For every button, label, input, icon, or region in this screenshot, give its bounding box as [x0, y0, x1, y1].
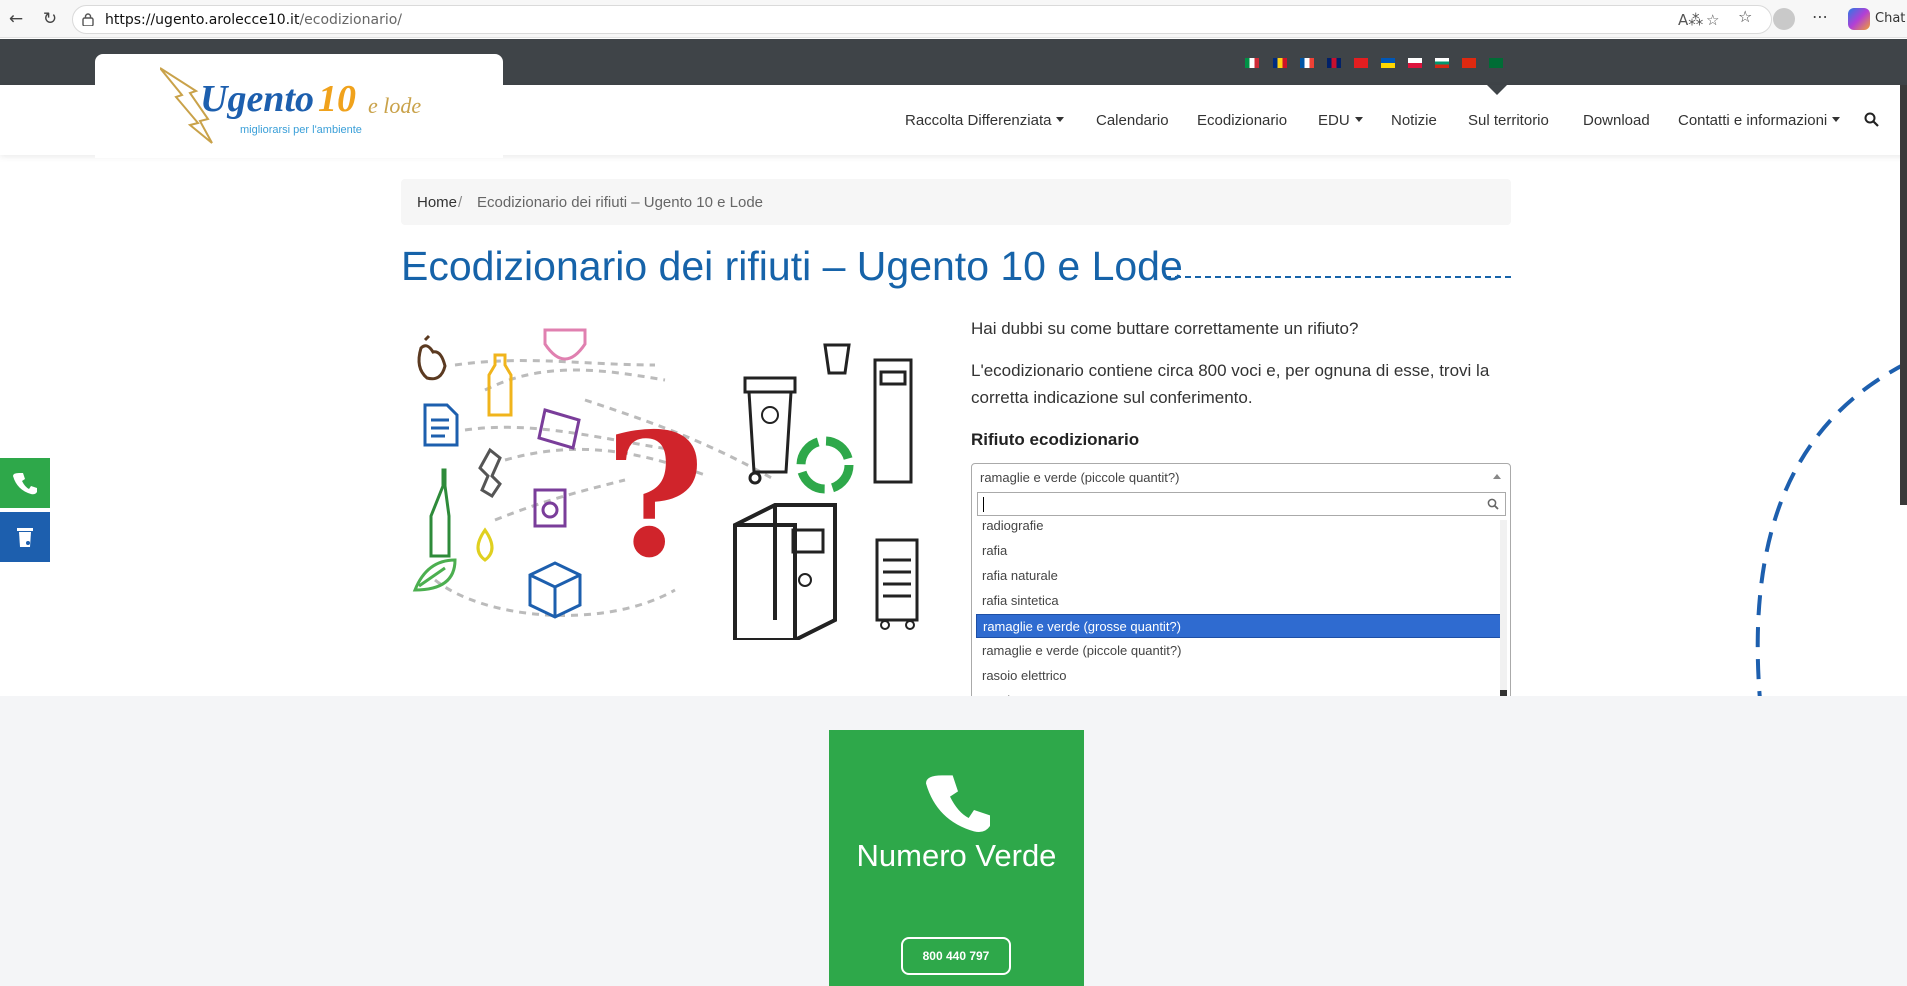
logo-tagline: migliorarsi per l'ambiente [240, 124, 362, 136]
phone-number-button[interactable]: 800 440 797 [901, 937, 1011, 975]
magnifier-icon [1487, 498, 1499, 510]
numero-verde-card: Numero Verde 800 440 797 [829, 730, 1084, 986]
intro-description: L'ecodizionario contiene circa 800 voci … [971, 361, 1490, 407]
breadcrumb-current: Ecodizionario dei rifiuti – Ugento 10 e … [477, 194, 764, 211]
nav-item-label: Calendario [1096, 112, 1169, 129]
select-label: Rifiuto ecodizionario [971, 430, 1140, 449]
nav-item-label: Sul territorio [1468, 112, 1549, 129]
nav-item-label: Raccolta Differenziata [905, 112, 1052, 129]
caret-down-icon [1832, 117, 1841, 122]
nav-item-label: EDU [1318, 112, 1350, 129]
nav-item-raccolta-differenziata[interactable]: Raccolta Differenziata [905, 112, 1065, 129]
breadcrumb-home[interactable]: Home [417, 194, 457, 211]
profile-avatar[interactable] [1773, 8, 1795, 30]
flag-united-kingdom-icon[interactable] [1327, 58, 1341, 68]
text-cursor [983, 497, 984, 512]
select-option[interactable]: rafia [976, 539, 1506, 563]
active-nav-pointer [1487, 85, 1507, 95]
nav-item-edu[interactable]: EDU [1318, 112, 1363, 129]
nav-item-label: Ecodizionario [1197, 112, 1288, 129]
side-phone-button[interactable] [0, 458, 50, 508]
flag-albania-icon[interactable] [1354, 58, 1368, 68]
card-title: Numero Verde [856, 838, 1057, 873]
select-option[interactable]: rafia sintetica [976, 589, 1506, 613]
favorites-icon[interactable]: ☆ [1738, 7, 1752, 26]
logo-main-text: Ugento [200, 78, 314, 120]
chevron-up-icon[interactable] [1493, 474, 1501, 479]
copilot-icon[interactable] [1848, 8, 1870, 30]
nav-item-ecodizionario[interactable]: Ecodizionario [1197, 112, 1287, 129]
flag-ukraine-icon[interactable] [1381, 58, 1395, 68]
address-bar[interactable]: https://ugento.arolecce10.it/ecodizionar… [72, 5, 1772, 34]
reload-icon[interactable]: ↻ [38, 7, 62, 31]
browser-toolbar: ← ↻ https://ugento.arolecce10.it/ecodizi… [0, 0, 1907, 38]
nav-item-label: Download [1583, 112, 1650, 129]
caret-down-icon [1354, 117, 1363, 122]
url-text: https://ugento.arolecce10.it/ecodizionar… [105, 12, 402, 28]
caret-down-icon [1056, 117, 1065, 122]
phone-icon [13, 473, 37, 495]
nav-item-contatti-e-informazioni[interactable]: Contatti e informazioni [1678, 112, 1841, 129]
select-option[interactable]: rasoio elettrico [976, 664, 1506, 688]
nav-item-notizie[interactable]: Notizie [1391, 112, 1437, 129]
chat-label[interactable]: Chat [1875, 11, 1905, 26]
decorative-dashed-arc [1755, 361, 1907, 700]
page-title: Ecodizionario dei rifiuti – Ugento 10 e … [401, 243, 1183, 289]
lock-icon [82, 13, 94, 26]
select-option[interactable]: radiografie [976, 520, 1506, 538]
breadcrumb: Home / Ecodizionario dei rifiuti – Ugent… [401, 179, 1511, 225]
select-option[interactable]: ramaglie e verde (piccole quantit?) [976, 639, 1506, 663]
search-icon[interactable] [1864, 112, 1879, 127]
logo-script: e lode [368, 93, 421, 118]
more-menu-icon[interactable]: ⋯ [1812, 7, 1828, 26]
nav-item-calendario[interactable]: Calendario [1096, 112, 1169, 129]
select-option[interactable]: rafia naturale [976, 564, 1506, 588]
flag-italy-icon[interactable] [1245, 58, 1259, 68]
read-aloud-icon[interactable]: A⁂ [1678, 11, 1703, 29]
intro-question: Hai dubbi su come buttare correttamente … [971, 319, 1359, 338]
select-current-value[interactable]: ramaglie e verde (piccole quantit?) [980, 470, 1179, 485]
nav-item-label: Contatti e informazioni [1678, 112, 1828, 129]
nav-item-download[interactable]: Download [1583, 112, 1650, 129]
waste-illustration: ? [412, 328, 919, 640]
flag-france-icon[interactable] [1300, 58, 1314, 68]
flag-poland-icon[interactable] [1408, 58, 1422, 68]
back-icon[interactable]: ← [4, 7, 28, 31]
flag-china-icon[interactable] [1462, 58, 1476, 68]
flag-romania-icon[interactable] [1273, 58, 1287, 68]
svg-text:?: ? [605, 396, 705, 596]
breadcrumb-separator: / [458, 194, 463, 211]
flag-arabic-icon[interactable] [1489, 58, 1503, 68]
page-scrollbar[interactable] [1900, 85, 1907, 505]
select-option[interactable]: ramaglie e verde (grosse quantit?) [976, 614, 1506, 638]
logo-number: 10 [318, 78, 356, 120]
site-logo[interactable]: Ugento 10 e lode migliorarsi per l'ambie… [160, 63, 450, 148]
trash-bin-icon [17, 528, 33, 547]
favorite-star-icon[interactable]: ☆ [1706, 11, 1719, 29]
nav-item-label: Notizie [1391, 112, 1437, 129]
phone-icon [926, 775, 990, 832]
flag-bulgaria-icon[interactable] [1435, 58, 1449, 68]
side-bin-button[interactable] [0, 512, 50, 562]
select-search-input[interactable] [977, 492, 1506, 516]
title-underline [1165, 276, 1511, 278]
nav-item-sul-territorio[interactable]: Sul territorio [1468, 112, 1549, 129]
